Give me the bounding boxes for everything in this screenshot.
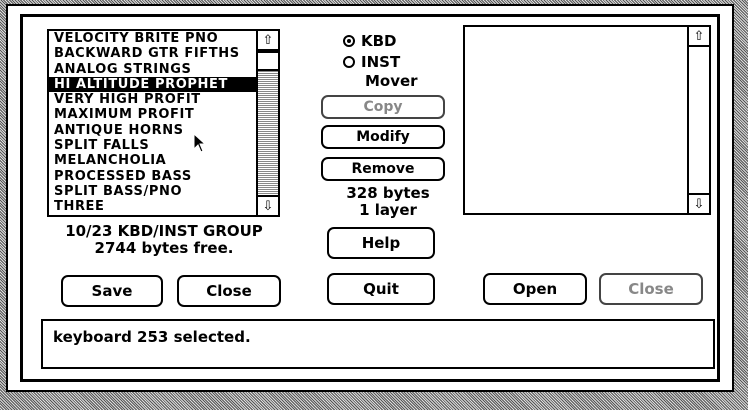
bytes-free: 2744 bytes free. [94, 239, 234, 257]
pointer-cursor-icon [193, 133, 207, 153]
down-arrow-icon[interactable]: ⇩ [689, 193, 709, 213]
patch-list-scrollbar[interactable]: ⇧ ⇩ [256, 31, 278, 215]
mover-label: Mover [365, 72, 418, 90]
patch-list[interactable]: VELOCITY BRITE PNO BACKWARD GTR FIFTHS ANA… [47, 29, 280, 217]
up-arrow-icon[interactable]: ⇧ [689, 27, 709, 47]
list-item[interactable]: VELOCITY BRITE PNO [49, 31, 278, 46]
remove-button[interactable]: Remove [321, 157, 445, 181]
bytes-count: 328 bytes [346, 184, 430, 202]
down-arrow-icon[interactable]: ⇩ [258, 195, 278, 215]
list-item[interactable]: BACKWARD GTR FIFTHS [49, 46, 278, 61]
radio-off-icon [343, 56, 355, 68]
modify-button[interactable]: Modify [321, 125, 445, 149]
status-message: keyboard 253 selected. [41, 319, 715, 369]
dialog-window: VELOCITY BRITE PNO BACKWARD GTR FIFTHS ANA… [6, 4, 734, 392]
save-button[interactable]: Save [61, 275, 163, 307]
inst-radio[interactable]: INST [343, 53, 400, 71]
up-arrow-icon[interactable]: ⇧ [258, 31, 278, 51]
target-list[interactable]: ⇧ ⇩ [463, 25, 711, 215]
list-item[interactable]: HI ALTITUDE PROPHET [49, 76, 278, 93]
help-button[interactable]: Help [327, 227, 435, 259]
close-left-button[interactable]: Close [177, 275, 281, 307]
target-list-scrollbar[interactable]: ⇧ ⇩ [687, 27, 709, 213]
patch-list-items: VELOCITY BRITE PNO BACKWARD GTR FIFTHS ANA… [49, 31, 278, 215]
kbd-radio-label: KBD [361, 32, 397, 50]
layer-count: 1 layer [359, 201, 417, 219]
list-item[interactable]: ANTIQUE HORNS [49, 123, 278, 138]
list-item[interactable]: VERY HIGH PROFIT [49, 92, 278, 107]
group-info: 10/23 KBD/INST GROUP 2744 bytes free. [49, 223, 279, 257]
list-item[interactable]: MELANCHOLIA [49, 153, 278, 168]
kbd-radio[interactable]: KBD [343, 32, 397, 50]
scroll-thumb[interactable] [258, 51, 278, 71]
list-item[interactable]: ANALOG STRINGS [49, 62, 278, 77]
close-right-button[interactable]: Close [599, 273, 703, 305]
list-item[interactable]: MAXIMUM PROFIT [49, 107, 278, 122]
open-button[interactable]: Open [483, 273, 587, 305]
size-info: 328 bytes 1 layer [321, 185, 455, 219]
radio-on-icon [343, 35, 355, 47]
list-item[interactable]: THREE [49, 199, 278, 214]
quit-button[interactable]: Quit [327, 273, 435, 305]
inst-radio-label: INST [361, 53, 401, 71]
list-item[interactable]: SPLIT FALLS [49, 138, 278, 153]
copy-button[interactable]: Copy [321, 95, 445, 119]
dialog-frame: VELOCITY BRITE PNO BACKWARD GTR FIFTHS ANA… [20, 14, 720, 382]
list-item[interactable]: PROCESSED BASS [49, 169, 278, 184]
list-item[interactable]: SPLIT BASS/PNO [49, 184, 278, 199]
group-count: 10/23 KBD/INST GROUP [65, 222, 263, 240]
